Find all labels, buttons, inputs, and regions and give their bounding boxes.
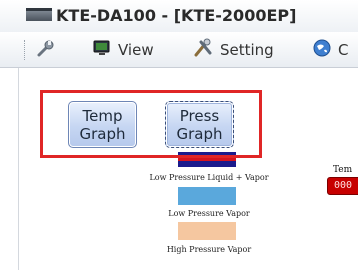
legend-label-high-pressure-vapor: High Pressure Vapor [166,245,252,254]
menu-label-communication: C [338,41,349,59]
toolbar-grip [24,40,27,60]
temp-graph-label-line2: Graph [79,124,126,143]
menu-item-tools[interactable] [36,38,56,62]
menu-item-setting[interactable]: Setting [192,38,274,62]
panel-border [18,68,19,270]
app-icon [26,8,52,21]
menu-label-setting: Setting [220,41,274,59]
legend-swatch-low-pressure-vapor [178,187,236,205]
legend-label-low-pressure-liquid-vapor: Low Pressure Liquid + Vapor [149,173,269,182]
press-graph-label-line1: Press [179,106,220,125]
menu-label-view: View [118,41,154,59]
menu-item-view[interactable]: View [92,38,154,62]
window-title: KTE-DA100 - [KTE-2000EP] [56,6,297,25]
temp-graph-button[interactable]: Temp Graph [68,101,137,148]
press-graph-label-line2: Graph [176,124,223,143]
graph-panel: Low Pressure Liquid + Vapor Low Pressure… [0,68,358,270]
legend-swatch-high-pressure-vapor [178,222,236,240]
monitor-icon [92,38,112,62]
app-window: KTE-DA100 - [KTE-2000EP] View Setting C … [0,0,358,270]
menu-item-communication[interactable]: C [312,38,348,62]
temp-value-field: 000 [327,177,358,195]
tools-icon [192,37,214,63]
legend-swatch-liquid-vapor [178,161,236,167]
temp-graph-label-line1: Temp [82,106,123,125]
menu-bar: View Setting C [0,32,358,68]
wrench-icon [36,38,56,62]
legend-label-low-pressure-vapor: Low Pressure Vapor [168,209,250,218]
globe-icon [312,38,332,62]
press-graph-button[interactable]: Press Graph [165,101,234,148]
title-bar: KTE-DA100 - [KTE-2000EP] [0,0,358,32]
temp-label: Tem [333,165,353,175]
